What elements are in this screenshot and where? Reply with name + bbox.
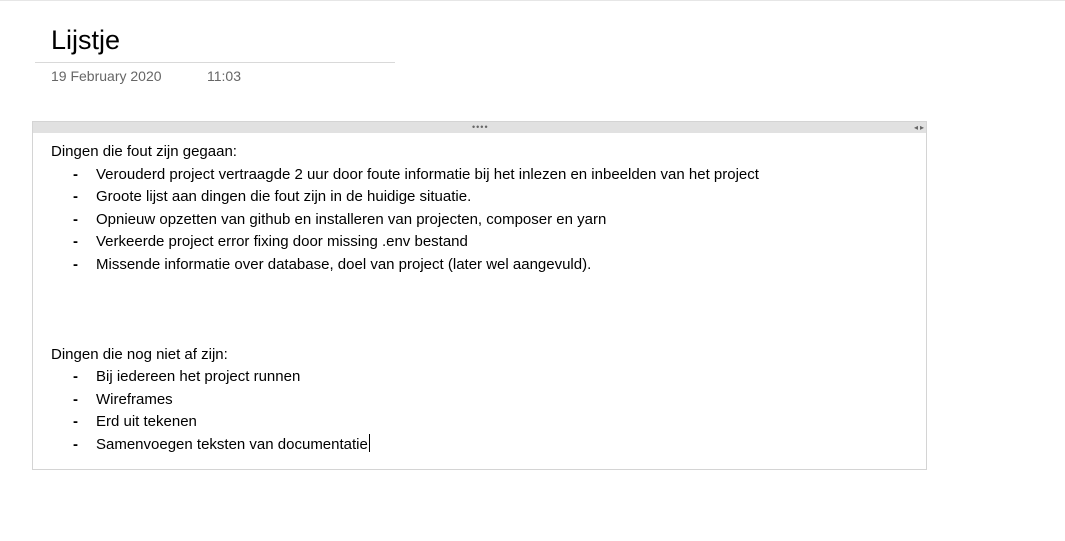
bullet-dash: - <box>73 233 78 251</box>
bullet-list: - Verouderd project vertraagde 2 uur door… <box>51 164 911 277</box>
list-item[interactable]: - Erd uit tekenen <box>51 411 911 434</box>
bullet-dash: - <box>73 390 78 408</box>
list-item[interactable]: - Groote lijst aan dingen die fout zijn i… <box>51 186 911 209</box>
list-item-text: Bij iedereen het project runnen <box>96 368 301 386</box>
list-item-text: Verouderd project vertraagde 2 uur door … <box>96 165 759 183</box>
list-item-text: Missende informatie over database, doel … <box>96 255 592 273</box>
list-item-text: Groote lijst aan dingen die fout zijn in… <box>96 188 472 206</box>
bullet-dash: - <box>73 435 78 453</box>
list-item[interactable]: - Missende informatie over database, doel… <box>51 254 911 277</box>
list-item[interactable]: - Verkeerde project error fixing door mis… <box>51 231 911 254</box>
bullet-dash: - <box>73 413 78 431</box>
list-item-text: Verkeerde project error fixing door miss… <box>96 233 468 251</box>
section-heading[interactable]: Dingen die fout zijn gegaan: <box>51 141 911 164</box>
bullet-dash: - <box>73 188 78 206</box>
note-container-handle-bar[interactable]: •••• ◂ ▸ <box>33 122 926 133</box>
bullet-dash: - <box>73 368 78 386</box>
bullet-list: - Bij iedereen het project runnen - Wirefr… <box>51 366 911 456</box>
note-content[interactable]: Dingen die fout zijn gegaan: - Verouderd … <box>51 141 911 457</box>
bullet-dash: - <box>73 255 78 273</box>
top-border <box>0 0 1065 1</box>
drag-handle-icon[interactable]: •••• <box>472 123 489 132</box>
text-cursor <box>368 433 370 452</box>
page-date: 19 February 2020 <box>51 68 162 84</box>
bullet-dash: - <box>73 165 78 183</box>
list-item-text: Wireframes <box>96 390 173 408</box>
list-item-text: Erd uit tekenen <box>96 413 197 431</box>
note-container[interactable]: •••• ◂ ▸ Dingen die fout zijn gegaan: - Ve… <box>32 121 927 470</box>
list-item[interactable]: - Wireframes <box>51 389 911 412</box>
blank-space <box>51 277 911 344</box>
list-item[interactable]: - Verouderd project vertraagde 2 uur door… <box>51 164 911 187</box>
onenote-page: Lijstje 19 February 2020 11:03 •••• ◂ ▸ D… <box>0 0 1065 541</box>
page-time: 11:03 <box>207 68 241 84</box>
list-item[interactable]: - Samenvoegen teksten van documentatie <box>51 433 911 457</box>
title-underline <box>35 62 395 63</box>
bullet-dash: - <box>73 210 78 228</box>
list-item[interactable]: - Bij iedereen het project runnen <box>51 366 911 389</box>
resize-arrows-icon[interactable]: ◂ ▸ <box>912 122 924 133</box>
section-heading[interactable]: Dingen die nog niet af zijn: <box>51 344 911 367</box>
list-item-text: Samenvoegen teksten van documentatie <box>96 435 368 453</box>
list-item[interactable]: - Opnieuw opzetten van github en installe… <box>51 209 911 232</box>
list-item-text: Opnieuw opzetten van github en installer… <box>96 210 607 228</box>
page-title[interactable]: Lijstje <box>51 22 120 58</box>
